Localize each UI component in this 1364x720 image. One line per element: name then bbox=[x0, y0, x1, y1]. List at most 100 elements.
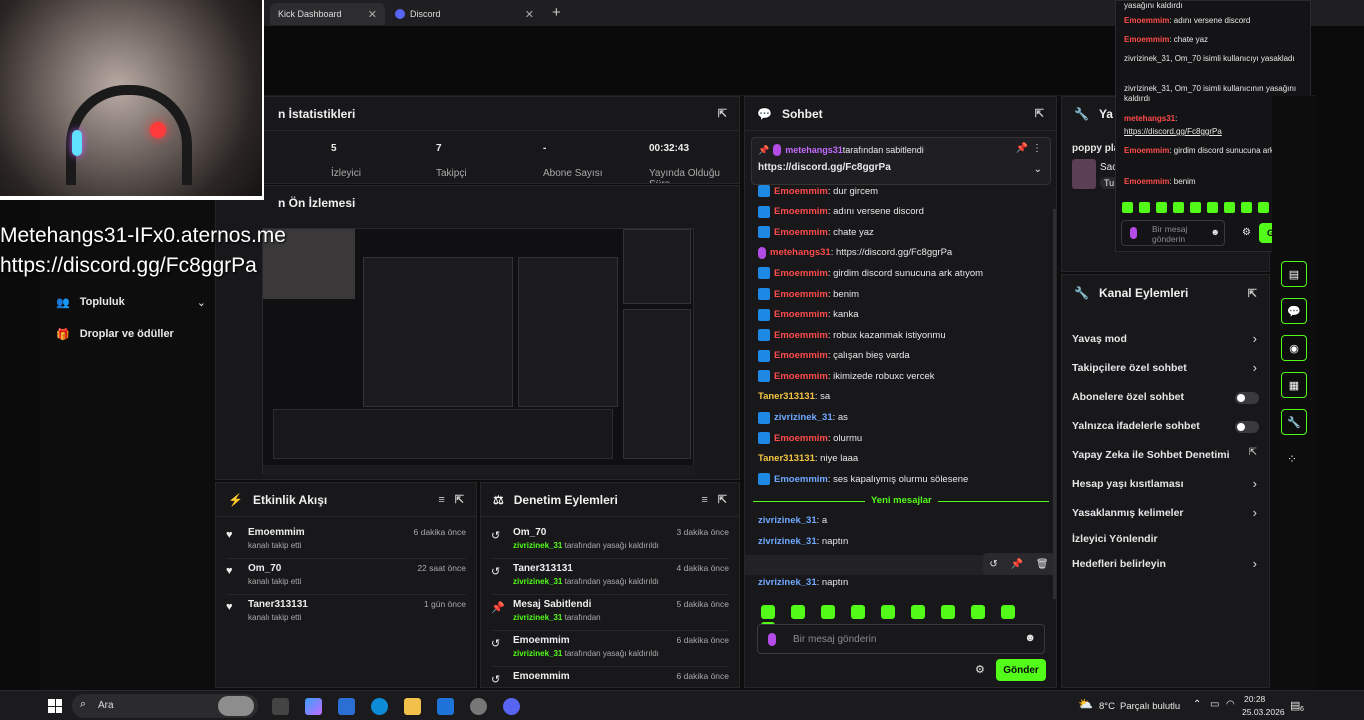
chat-username[interactable]: Emoemmim bbox=[774, 289, 828, 300]
send-button[interactable]: Gönder bbox=[996, 659, 1046, 681]
gear-icon[interactable]: ⚙ bbox=[1242, 227, 1251, 238]
chat-username[interactable]: zivrizinek_31 bbox=[758, 577, 817, 588]
emote-icon[interactable] bbox=[941, 605, 955, 619]
chat-username[interactable]: Emoemmim bbox=[774, 268, 828, 279]
emoji-icon[interactable]: ☻ bbox=[1211, 227, 1220, 237]
emote-icon[interactable] bbox=[1122, 202, 1133, 213]
chat-username[interactable]: zivrizinek_31 bbox=[758, 536, 817, 547]
channel-action-item[interactable]: Yalnızca ifadelerle sohbet bbox=[1062, 418, 1271, 436]
expand-icon[interactable]: ⇱ bbox=[1248, 287, 1257, 300]
channel-action-item[interactable]: İzleyici Yönlendir bbox=[1062, 531, 1271, 549]
emote-icon[interactable] bbox=[761, 605, 775, 619]
task-view-icon[interactable] bbox=[272, 698, 289, 715]
emote-icon[interactable] bbox=[1001, 605, 1015, 619]
tool-notes-button[interactable]: ▤ bbox=[1281, 261, 1307, 287]
filter-icon[interactable]: ≡ bbox=[438, 494, 444, 506]
chevron-right-icon[interactable]: › bbox=[1253, 505, 1257, 520]
stream-preview[interactable] bbox=[262, 228, 695, 475]
emote-icon[interactable] bbox=[1207, 202, 1218, 213]
more-tools-icon[interactable]: ⁘ bbox=[1287, 452, 1297, 466]
tool-chat-button[interactable]: 💬 bbox=[1281, 298, 1307, 324]
channel-action-item[interactable]: Yavaş mod › bbox=[1062, 331, 1271, 349]
sidebar-item-topluluk[interactable]: 👥 Topluluk ⌄ bbox=[56, 294, 206, 310]
chat-username[interactable]: metehangs31 bbox=[770, 247, 831, 258]
emote-icon[interactable] bbox=[911, 605, 925, 619]
chat-username[interactable]: Emoemmim bbox=[774, 186, 828, 197]
toggle-switch[interactable] bbox=[1235, 392, 1259, 404]
expand-icon[interactable]: ⇱ bbox=[718, 493, 727, 506]
chat-username[interactable]: Emoemmim bbox=[1124, 35, 1169, 44]
emote-icon[interactable] bbox=[1139, 202, 1150, 213]
chat-scrollbar[interactable] bbox=[1053, 209, 1056, 599]
toggle-switch[interactable] bbox=[1235, 421, 1259, 433]
chat-username[interactable]: Emoemmim bbox=[774, 330, 828, 341]
emote-icon[interactable] bbox=[1156, 202, 1167, 213]
tool-broadcast-button[interactable]: ◉ bbox=[1281, 335, 1307, 361]
chat-username[interactable]: Emoemmim bbox=[774, 474, 828, 485]
obs-icon[interactable] bbox=[470, 698, 487, 715]
chevron-right-icon[interactable]: › bbox=[1253, 360, 1257, 375]
close-icon[interactable]: ✕ bbox=[525, 8, 534, 21]
emote-icon[interactable] bbox=[791, 605, 805, 619]
channel-action-item[interactable]: Yapay Zeka ile Sohbet Denetimi ⇱ bbox=[1062, 447, 1271, 465]
external-link-icon[interactable]: ⇱ bbox=[1249, 447, 1257, 458]
unpin-icon[interactable]: 📌 bbox=[1016, 143, 1028, 154]
wifi-icon[interactable]: ◠ bbox=[1226, 699, 1235, 710]
channel-action-item[interactable]: Takipçilere özel sohbet › bbox=[1062, 360, 1271, 378]
chevron-right-icon[interactable]: › bbox=[1253, 331, 1257, 346]
pin-icon[interactable]: 📌 bbox=[1011, 559, 1023, 570]
channel-action-item[interactable]: Hedefleri belirleyin › bbox=[1062, 556, 1271, 574]
store-icon[interactable] bbox=[338, 698, 355, 715]
more-icon[interactable]: ⋮ bbox=[1032, 143, 1042, 154]
channel-action-item[interactable]: Yasaklanmış kelimeler › bbox=[1062, 505, 1271, 523]
chat-username[interactable]: Emoemmim bbox=[774, 227, 828, 238]
chat-username[interactable]: Emoemmim bbox=[774, 371, 828, 382]
mail-icon[interactable] bbox=[437, 698, 454, 715]
tab-kick-dashboard[interactable]: Kick Dashboard ✕ bbox=[270, 3, 385, 25]
tool-layout-button[interactable]: ▦ bbox=[1281, 372, 1307, 398]
sidebar-item-droplar[interactable]: 🎁 Droplar ve ödüller bbox=[56, 326, 206, 342]
emote-icon[interactable] bbox=[1190, 202, 1201, 213]
pinned-link[interactable]: https://discord.gg/Fc8ggrPa bbox=[758, 162, 891, 173]
new-tab-button[interactable]: + bbox=[552, 4, 561, 21]
tool-wrench-button[interactable]: 🔧 bbox=[1281, 409, 1307, 435]
emote-icon[interactable] bbox=[1241, 202, 1252, 213]
expand-icon[interactable]: ⇱ bbox=[718, 107, 727, 120]
chat-username[interactable]: metehangs31 bbox=[1124, 114, 1175, 123]
chat-username[interactable]: zivrizinek_31 bbox=[758, 515, 817, 526]
folder-icon[interactable] bbox=[404, 698, 421, 715]
emoji-icon[interactable]: ☻ bbox=[1024, 632, 1036, 644]
expand-icon[interactable]: ⇱ bbox=[1035, 107, 1044, 120]
expand-icon[interactable]: ⇱ bbox=[455, 493, 464, 506]
chat-username[interactable]: Taner313131 bbox=[758, 453, 815, 464]
discord-icon[interactable] bbox=[503, 698, 520, 715]
copilot-icon[interactable] bbox=[305, 698, 322, 715]
undo-icon[interactable]: ↺ bbox=[989, 559, 997, 570]
chat-username[interactable]: Emoemmim bbox=[774, 206, 828, 217]
chat-username[interactable]: Emoemmim bbox=[1124, 16, 1169, 25]
emote-icon[interactable] bbox=[1258, 202, 1269, 213]
taskbar-search[interactable]: ⌕ Ara bbox=[72, 694, 258, 718]
chat-username[interactable]: Emoemmim bbox=[774, 350, 828, 361]
chat-username[interactable]: Emoemmim bbox=[1124, 146, 1169, 155]
emote-icon[interactable] bbox=[1224, 202, 1235, 213]
channel-action-item[interactable]: Hesap yaşı kısıtlaması › bbox=[1062, 476, 1271, 494]
chat-input[interactable]: Bir mesaj gönderin ☻ bbox=[757, 624, 1045, 654]
chat-username[interactable]: Emoemmim bbox=[774, 433, 828, 444]
close-icon[interactable]: ✕ bbox=[368, 8, 377, 21]
chat-username[interactable]: Emoemmim bbox=[774, 309, 828, 320]
emote-icon[interactable] bbox=[1173, 202, 1184, 213]
battery-icon[interactable]: ▭ bbox=[1210, 699, 1219, 710]
chat-username[interactable]: Emoemmim bbox=[1124, 177, 1169, 186]
filter-icon[interactable]: ≡ bbox=[701, 494, 707, 506]
mini-chat-input[interactable]: Bir mesaj gönderin ☻ bbox=[1121, 220, 1225, 246]
chevron-right-icon[interactable]: › bbox=[1253, 556, 1257, 571]
emote-icon[interactable] bbox=[851, 605, 865, 619]
windows-start-icon[interactable] bbox=[48, 699, 62, 713]
emote-icon[interactable] bbox=[821, 605, 835, 619]
chevron-right-icon[interactable]: › bbox=[1253, 476, 1257, 491]
chat-username[interactable]: zivrizinek_31 bbox=[774, 412, 833, 423]
chevron-up-icon[interactable]: ⌃ bbox=[1193, 699, 1201, 710]
edge-icon[interactable] bbox=[371, 698, 388, 715]
tab-discord[interactable]: Discord ✕ bbox=[387, 3, 542, 25]
